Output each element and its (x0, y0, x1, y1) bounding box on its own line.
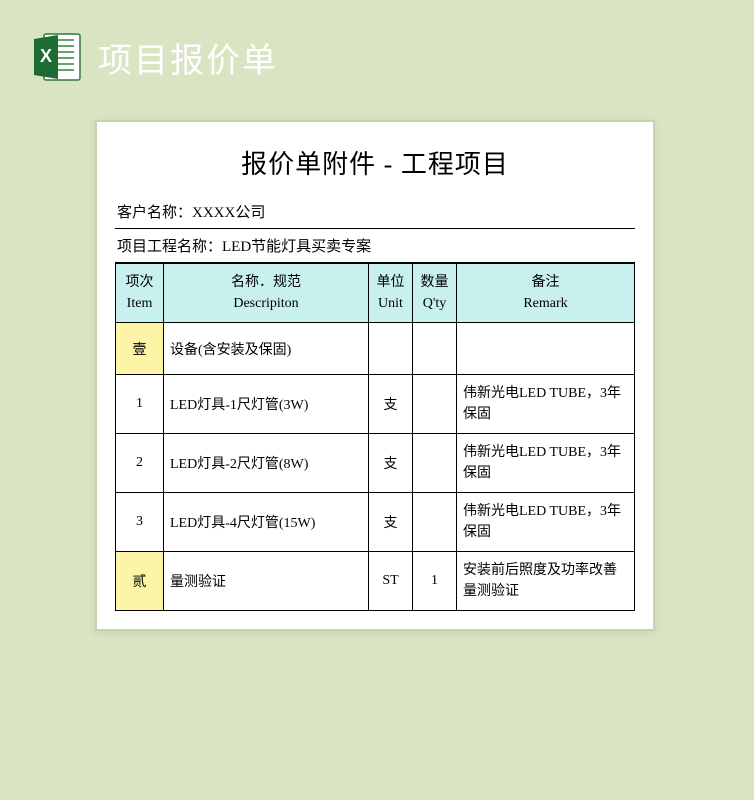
cell-item-num: 3 (116, 493, 164, 552)
cell-desc: LED灯具-2尺灯管(8W) (164, 434, 369, 493)
col-qty-cn: 数量 (421, 275, 449, 290)
col-unit-en: Unit (378, 296, 403, 311)
quotation-table: 项次 Item 名称．规范 Descripiton 单位 Unit 数量 Q'ty 备注… (115, 263, 635, 611)
page-title: 项目报价单 (98, 33, 278, 82)
project-label: 项目工程名称： (117, 239, 222, 255)
customer-label: 客户名称： (117, 205, 192, 221)
table-row: 2 LED灯具-2尺灯管(8W) 支 伟新光电LED TUBE，3年保固 (116, 434, 635, 493)
cell-desc: LED灯具-4尺灯管(15W) (164, 493, 369, 552)
table-row: 壹 设备(含安装及保固) (116, 323, 635, 375)
cell-item-num: 2 (116, 434, 164, 493)
cell-unit: 支 (369, 434, 413, 493)
col-desc-en: Descripiton (233, 296, 298, 311)
cell-remark: 伟新光电LED TUBE，3年保固 (457, 375, 635, 434)
quotation-document: 报价单附件 - 工程项目 客户名称：XXXX公司 项目工程名称：LED节能灯具买… (95, 120, 655, 631)
cell-unit: ST (369, 552, 413, 611)
col-remark-en: Remark (523, 296, 567, 311)
table-header-row: 项次 Item 名称．规范 Descripiton 单位 Unit 数量 Q'ty 备注… (116, 264, 635, 323)
cell-unit: 支 (369, 493, 413, 552)
cell-desc: 量测验证 (164, 552, 369, 611)
excel-icon: X (30, 30, 84, 84)
cell-remark: 伟新光电LED TUBE，3年保固 (457, 493, 635, 552)
cell-remark: 安装前后照度及功率改善量测验证 (457, 552, 635, 611)
cell-qty (413, 493, 457, 552)
table-row: 贰 量测验证 ST 1 安装前后照度及功率改善量测验证 (116, 552, 635, 611)
cell-desc: LED灯具-1尺灯管(3W) (164, 375, 369, 434)
cell-qty (413, 323, 457, 375)
page-header: X 项目报价单 (30, 30, 278, 84)
cell-qty (413, 375, 457, 434)
col-desc-cn: 名称．规范 (231, 275, 301, 290)
table-body: 壹 设备(含安装及保固) 1 LED灯具-1尺灯管(3W) 支 伟新光电LED … (116, 323, 635, 611)
cell-remark: 伟新光电LED TUBE，3年保固 (457, 434, 635, 493)
customer-value: XXXX公司 (192, 205, 265, 221)
cell-desc: 设备(含安装及保固) (164, 323, 369, 375)
col-header-item: 项次 Item (116, 264, 164, 323)
doc-title: 报价单附件 - 工程项目 (115, 138, 635, 195)
project-value: LED节能灯具买卖专案 (222, 239, 371, 255)
col-item-cn: 项次 (126, 275, 154, 290)
table-row: 1 LED灯具-1尺灯管(3W) 支 伟新光电LED TUBE，3年保固 (116, 375, 635, 434)
cell-item-num: 1 (116, 375, 164, 434)
col-remark-cn: 备注 (532, 275, 560, 290)
cell-qty: 1 (413, 552, 457, 611)
cell-section-num: 贰 (116, 552, 164, 611)
col-header-unit: 单位 Unit (369, 264, 413, 323)
col-unit-cn: 单位 (377, 275, 405, 290)
col-header-qty: 数量 Q'ty (413, 264, 457, 323)
project-row: 项目工程名称：LED节能灯具买卖专案 (115, 229, 635, 263)
cell-section-num: 壹 (116, 323, 164, 375)
cell-unit (369, 323, 413, 375)
table-row: 3 LED灯具-4尺灯管(15W) 支 伟新光电LED TUBE，3年保固 (116, 493, 635, 552)
customer-row: 客户名称：XXXX公司 (115, 195, 635, 229)
col-header-remark: 备注 Remark (457, 264, 635, 323)
cell-unit: 支 (369, 375, 413, 434)
col-qty-en: Q'ty (423, 296, 447, 311)
cell-qty (413, 434, 457, 493)
cell-remark (457, 323, 635, 375)
col-item-en: Item (127, 296, 153, 311)
col-header-desc: 名称．规范 Descripiton (164, 264, 369, 323)
svg-text:X: X (40, 46, 52, 66)
